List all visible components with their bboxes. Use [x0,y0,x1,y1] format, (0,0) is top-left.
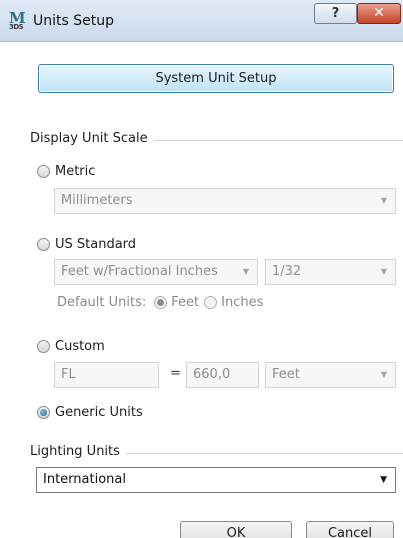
metric-radio[interactable]: Metric [37,164,95,179]
default-feet-radio-dot [154,296,168,309]
metric-units-value: Millimeters [61,193,133,208]
generic-units-radio[interactable]: Generic Units [37,405,143,420]
lighting-units-label: Lighting Units [30,444,126,459]
display-unit-scale-label: Display Unit Scale [30,131,154,146]
chevron-down-icon: ▼ [380,267,387,276]
lighting-units-value: International [43,472,126,487]
default-inches-label: Inches [221,295,264,310]
custom-unit-value: Feet [272,367,300,382]
ok-button[interactable]: OK [180,521,292,538]
metric-units-dropdown[interactable]: Millimeters ▼ [54,188,396,214]
chevron-down-icon: ▼ [380,196,387,205]
metric-radio-label: Metric [55,164,96,179]
custom-amount-field[interactable]: 660,0 [186,362,259,388]
default-inches-radio-dot [204,296,218,309]
lighting-units-dropdown[interactable]: International ▼ [36,467,396,493]
chevron-down-icon: ▼ [380,475,387,485]
default-units-inches-radio[interactable]: Inches [204,295,263,310]
default-units-row: Default Units: Feet Inches [57,295,263,310]
us-standard-units-value: Feet w/Fractional Inches [61,264,218,279]
generic-units-radio-dot [37,406,50,419]
custom-radio-dot [37,340,50,353]
custom-unit-dropdown[interactable]: Feet ▼ [265,362,396,388]
us-standard-fraction-dropdown[interactable]: 1/32 ▼ [265,259,396,285]
custom-radio-label: Custom [55,339,105,354]
window-title: Units Setup [33,13,114,29]
us-standard-units-dropdown[interactable]: Feet w/Fractional Inches ▼ [54,259,258,285]
cancel-button[interactable]: Cancel [306,521,394,538]
default-units-feet-radio[interactable]: Feet [154,295,199,310]
custom-equals-sign: = [170,366,181,381]
us-standard-radio[interactable]: US Standard [37,237,136,252]
us-standard-fraction-value: 1/32 [272,264,302,279]
custom-radio[interactable]: Custom [37,339,105,354]
help-button[interactable]: ? [314,3,357,24]
system-unit-setup-button[interactable]: System Unit Setup [38,64,394,93]
chevron-down-icon: ▼ [380,370,387,379]
us-standard-radio-label: US Standard [55,237,137,252]
generic-units-radio-label: Generic Units [55,405,143,420]
default-units-label: Default Units: [57,295,147,310]
metric-radio-dot [37,165,50,178]
chevron-down-icon: ▼ [242,267,249,276]
app-logo-icon: M 3DS [9,9,26,31]
title-bar: M 3DS Units Setup ? ✕ [0,0,403,42]
close-button[interactable]: ✕ [357,3,401,24]
custom-unit-name-field[interactable]: FL [54,362,159,388]
default-feet-label: Feet [171,295,200,310]
us-standard-radio-dot [37,238,50,251]
